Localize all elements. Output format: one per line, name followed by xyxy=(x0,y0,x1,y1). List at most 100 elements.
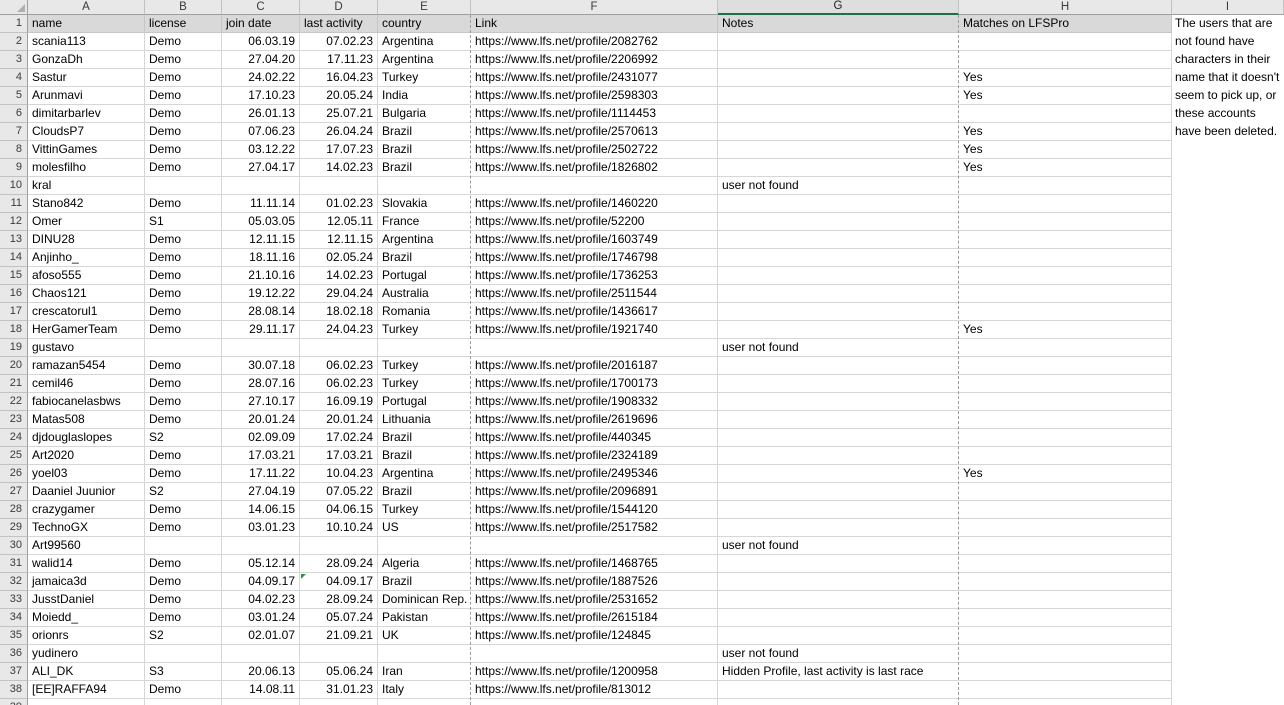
cell-C22[interactable]: 27.10.17 xyxy=(222,393,300,411)
cell-C18[interactable]: 29.11.17 xyxy=(222,321,300,339)
cell-B31[interactable]: Demo xyxy=(145,555,222,573)
cell-A21[interactable]: cemil46 xyxy=(28,375,145,393)
cell-G18[interactable] xyxy=(718,321,959,339)
cell-G7[interactable] xyxy=(718,123,959,141)
cell-E38[interactable]: Italy xyxy=(378,681,471,699)
cell-D31[interactable]: 28.09.24 xyxy=(300,555,378,573)
cell-A4[interactable]: Sastur xyxy=(28,69,145,87)
cell-E14[interactable]: Brazil xyxy=(378,249,471,267)
cell-F27[interactable]: https://www.lfs.net/profile/2096891 xyxy=(471,483,718,501)
cell-F16[interactable]: https://www.lfs.net/profile/2511544 xyxy=(471,285,718,303)
cell-E15[interactable]: Portugal xyxy=(378,267,471,285)
cell-F29[interactable]: https://www.lfs.net/profile/2517582 xyxy=(471,519,718,537)
cell-F5[interactable]: https://www.lfs.net/profile/2598303 xyxy=(471,87,718,105)
cell-G37[interactable]: Hidden Profile, last activity is last ra… xyxy=(718,663,959,681)
cell-E1[interactable]: country xyxy=(378,15,471,33)
column-header-a[interactable]: A xyxy=(28,0,145,15)
cell-B33[interactable]: Demo xyxy=(145,591,222,609)
row-header-35[interactable]: 35 xyxy=(0,627,28,645)
cell-A19[interactable]: gustavo xyxy=(28,339,145,357)
cell-G1[interactable]: Notes xyxy=(718,15,959,33)
cell-E17[interactable]: Romania xyxy=(378,303,471,321)
cell-E34[interactable]: Pakistan xyxy=(378,609,471,627)
cell-H29[interactable] xyxy=(959,519,1172,537)
row-header-28[interactable]: 28 xyxy=(0,501,28,519)
cell-G31[interactable] xyxy=(718,555,959,573)
row-header-3[interactable]: 3 xyxy=(0,51,28,69)
cell-G4[interactable] xyxy=(718,69,959,87)
cell-I34[interactable] xyxy=(1172,609,1284,627)
cell-F23[interactable]: https://www.lfs.net/profile/2619696 xyxy=(471,411,718,429)
cell-H34[interactable] xyxy=(959,609,1172,627)
cell-C34[interactable]: 03.01.24 xyxy=(222,609,300,627)
cell-F11[interactable]: https://www.lfs.net/profile/1460220 xyxy=(471,195,718,213)
cell-G5[interactable] xyxy=(718,87,959,105)
cell-H21[interactable] xyxy=(959,375,1172,393)
cell-B27[interactable]: S2 xyxy=(145,483,222,501)
side-note-line-4[interactable]: name that it doesn't xyxy=(1172,69,1284,87)
cell-D8[interactable]: 17.07.23 xyxy=(300,141,378,159)
cell-I25[interactable] xyxy=(1172,447,1284,465)
cell-H17[interactable] xyxy=(959,303,1172,321)
cell-G12[interactable] xyxy=(718,213,959,231)
cell-G34[interactable] xyxy=(718,609,959,627)
cell-C5[interactable]: 17.10.23 xyxy=(222,87,300,105)
cell-A10[interactable]: kral xyxy=(28,177,145,195)
cell-D7[interactable]: 26.04.24 xyxy=(300,123,378,141)
cell-B23[interactable]: Demo xyxy=(145,411,222,429)
cell-D37[interactable]: 05.06.24 xyxy=(300,663,378,681)
cell-G22[interactable] xyxy=(718,393,959,411)
cell-F2[interactable]: https://www.lfs.net/profile/2082762 xyxy=(471,33,718,51)
column-header-d[interactable]: D xyxy=(300,0,378,15)
cell-D13[interactable]: 12.11.15 xyxy=(300,231,378,249)
cell-D10[interactable] xyxy=(300,177,378,195)
cell-H7[interactable]: Yes xyxy=(959,123,1172,141)
row-header-5[interactable]: 5 xyxy=(0,87,28,105)
cell-C2[interactable]: 06.03.19 xyxy=(222,33,300,51)
cell-D12[interactable]: 12.05.11 xyxy=(300,213,378,231)
cell-C33[interactable]: 04.02.23 xyxy=(222,591,300,609)
cell-B36[interactable] xyxy=(145,645,222,663)
cell-B19[interactable] xyxy=(145,339,222,357)
cell-C9[interactable]: 27.04.17 xyxy=(222,159,300,177)
cell-B39[interactable] xyxy=(145,699,222,705)
cell-D14[interactable]: 02.05.24 xyxy=(300,249,378,267)
cell-A8[interactable]: VittinGames xyxy=(28,141,145,159)
cell-A32[interactable]: jamaica3d xyxy=(28,573,145,591)
row-header-16[interactable]: 16 xyxy=(0,285,28,303)
cell-F38[interactable]: https://www.lfs.net/profile/813012 xyxy=(471,681,718,699)
cell-E33[interactable]: Dominican Rep. xyxy=(378,591,471,609)
row-header-2[interactable]: 2 xyxy=(0,33,28,51)
cell-F36[interactable] xyxy=(471,645,718,663)
cell-B25[interactable]: Demo xyxy=(145,447,222,465)
cell-G9[interactable] xyxy=(718,159,959,177)
cell-C26[interactable]: 17.11.22 xyxy=(222,465,300,483)
row-header-38[interactable]: 38 xyxy=(0,681,28,699)
row-header-39[interactable]: 39 xyxy=(0,699,28,705)
cell-B29[interactable]: Demo xyxy=(145,519,222,537)
cell-I13[interactable] xyxy=(1172,231,1284,249)
cell-H12[interactable] xyxy=(959,213,1172,231)
cell-I21[interactable] xyxy=(1172,375,1284,393)
cell-H11[interactable] xyxy=(959,195,1172,213)
cell-E6[interactable]: Bulgaria xyxy=(378,105,471,123)
cell-E19[interactable] xyxy=(378,339,471,357)
row-header-14[interactable]: 14 xyxy=(0,249,28,267)
cell-A3[interactable]: GonzaDh xyxy=(28,51,145,69)
cell-H6[interactable] xyxy=(959,105,1172,123)
cell-D16[interactable]: 29.04.24 xyxy=(300,285,378,303)
side-note-line-1[interactable]: The users that are xyxy=(1172,15,1284,33)
cell-E29[interactable]: US xyxy=(378,519,471,537)
cell-A27[interactable]: Daaniel Juunior xyxy=(28,483,145,501)
cell-B38[interactable]: Demo xyxy=(145,681,222,699)
cell-H38[interactable] xyxy=(959,681,1172,699)
cell-H2[interactable] xyxy=(959,33,1172,51)
cell-A6[interactable]: dimitarbarlev xyxy=(28,105,145,123)
cell-F9[interactable]: https://www.lfs.net/profile/1826802 xyxy=(471,159,718,177)
cell-E20[interactable]: Turkey xyxy=(378,357,471,375)
cell-H8[interactable]: Yes xyxy=(959,141,1172,159)
cell-F1[interactable]: Link xyxy=(471,15,718,33)
cell-C4[interactable]: 24.02.22 xyxy=(222,69,300,87)
cell-H26[interactable]: Yes xyxy=(959,465,1172,483)
cell-F26[interactable]: https://www.lfs.net/profile/2495346 xyxy=(471,465,718,483)
